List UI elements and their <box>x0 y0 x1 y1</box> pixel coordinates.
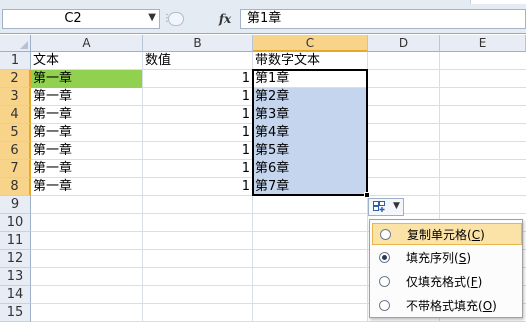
cell-c6[interactable]: 第5章 <box>253 142 367 160</box>
auto-fill-icon <box>373 201 385 212</box>
menu-item-label: 填充序列(S) <box>406 251 472 265</box>
cell-c1[interactable]: 带数字文本 <box>253 52 367 70</box>
menu-item-label: 复制单元格(C) <box>407 228 485 242</box>
menu-item-text: 填充序列 <box>406 251 455 265</box>
cell-a4[interactable]: 第一章 <box>31 106 142 124</box>
separator-icon: ⋮ <box>162 13 172 24</box>
row-header-10[interactable]: 10 <box>0 214 31 232</box>
menu-item-hotkey: F <box>470 275 478 289</box>
select-all-triangle-icon <box>20 41 28 49</box>
cell-c7[interactable]: 第6章 <box>253 160 367 178</box>
gridline <box>31 213 526 214</box>
cell-b1[interactable]: 数值 <box>143 52 252 70</box>
cell-a1[interactable]: 文本 <box>31 52 142 70</box>
chevron-down-icon: ▼ <box>393 201 400 211</box>
menu-item-text: 复制单元格 <box>407 228 468 242</box>
row-header-5[interactable]: 5 <box>0 124 31 142</box>
cell-b7[interactable]: 1 <box>143 160 252 178</box>
radio-icon[interactable] <box>379 276 390 287</box>
row-header-8[interactable]: 8 <box>0 178 31 196</box>
formula-bar-handle[interactable] <box>168 12 184 26</box>
column-header-c[interactable]: C <box>253 35 368 52</box>
row-header-12[interactable]: 12 <box>0 250 31 268</box>
cell-a7[interactable]: 第一章 <box>31 160 142 178</box>
cell-c2[interactable]: 第1章 <box>253 70 367 88</box>
column-header-b[interactable]: B <box>143 35 253 52</box>
gridline <box>367 52 368 322</box>
cell-b4[interactable]: 1 <box>143 106 252 124</box>
menu-item-label: 不带格式填充(O) <box>406 299 497 313</box>
cell-a8[interactable]: 第一章 <box>31 178 142 196</box>
insert-function-button[interactable]: fx <box>214 9 236 29</box>
cell-b6[interactable]: 1 <box>143 142 252 160</box>
menu-item-hotkey: O <box>482 299 493 313</box>
row-header-3[interactable]: 3 <box>0 88 31 106</box>
formula-bar: C2 ▼ ⋮ fx 第1章 <box>0 0 526 34</box>
name-box[interactable]: C2 ▼ <box>2 9 160 29</box>
select-all-button[interactable] <box>0 35 31 52</box>
menu-item-text: 仅填充格式 <box>406 275 467 289</box>
cell-c3[interactable]: 第2章 <box>253 88 367 106</box>
row-header-9[interactable]: 9 <box>0 196 31 214</box>
column-header-a[interactable]: A <box>31 35 143 52</box>
cell-a3[interactable]: 第一章 <box>31 88 142 106</box>
cell-c8[interactable]: 第7章 <box>253 178 367 196</box>
row-header-6[interactable]: 6 <box>0 142 31 160</box>
cell-a5[interactable]: 第一章 <box>31 124 142 142</box>
radio-icon[interactable] <box>380 229 391 240</box>
auto-fill-options-menu: 复制单元格(C) 填充序列(S) 仅填充格式(F) 不带格式填充(O) <box>369 219 523 318</box>
menu-item-label: 仅填充格式(F) <box>406 275 483 289</box>
auto-fill-options-button[interactable]: ▼ <box>368 198 404 216</box>
cell-c5[interactable]: 第4章 <box>253 124 367 142</box>
menu-item-hotkey: S <box>458 251 467 265</box>
menu-item-hotkey: C <box>471 228 481 242</box>
row-header-7[interactable]: 7 <box>0 160 31 178</box>
row-header-13[interactable]: 13 <box>0 268 31 286</box>
cell-c4[interactable]: 第3章 <box>253 106 367 124</box>
cell-a2[interactable]: 第一章 <box>31 70 142 88</box>
row-header-2[interactable]: 2 <box>0 70 31 88</box>
cell-b3[interactable]: 1 <box>143 88 252 106</box>
row-header-15[interactable]: 15 <box>0 304 31 322</box>
row-header-1[interactable]: 1 <box>0 52 31 70</box>
row-header-11[interactable]: 11 <box>0 232 31 250</box>
cell-b5[interactable]: 1 <box>143 124 252 142</box>
formula-input[interactable]: 第1章 <box>240 9 526 29</box>
menu-item-copy-cells[interactable]: 复制单元格(C) <box>372 223 522 245</box>
row-header-14[interactable]: 14 <box>0 286 31 304</box>
row-header-4[interactable]: 4 <box>0 106 31 124</box>
radio-icon[interactable] <box>379 252 390 263</box>
column-header-e[interactable]: E <box>440 35 526 52</box>
chevron-down-icon[interactable]: ▼ <box>148 12 156 23</box>
name-box-value: C2 <box>64 11 82 26</box>
menu-item-fill-formatting-only[interactable]: 仅填充格式(F) <box>372 271 522 293</box>
column-header-d[interactable]: D <box>368 35 440 52</box>
cell-b2[interactable]: 1 <box>143 70 252 88</box>
menu-item-fill-series[interactable]: 填充序列(S) <box>372 247 522 269</box>
ribbon-edge <box>470 0 526 4</box>
cell-a6[interactable]: 第一章 <box>31 142 142 160</box>
cell-b8[interactable]: 1 <box>143 178 252 196</box>
menu-item-text: 不带格式填充 <box>406 299 479 313</box>
menu-item-fill-without-formatting[interactable]: 不带格式填充(O) <box>372 295 522 317</box>
radio-icon[interactable] <box>379 300 390 311</box>
